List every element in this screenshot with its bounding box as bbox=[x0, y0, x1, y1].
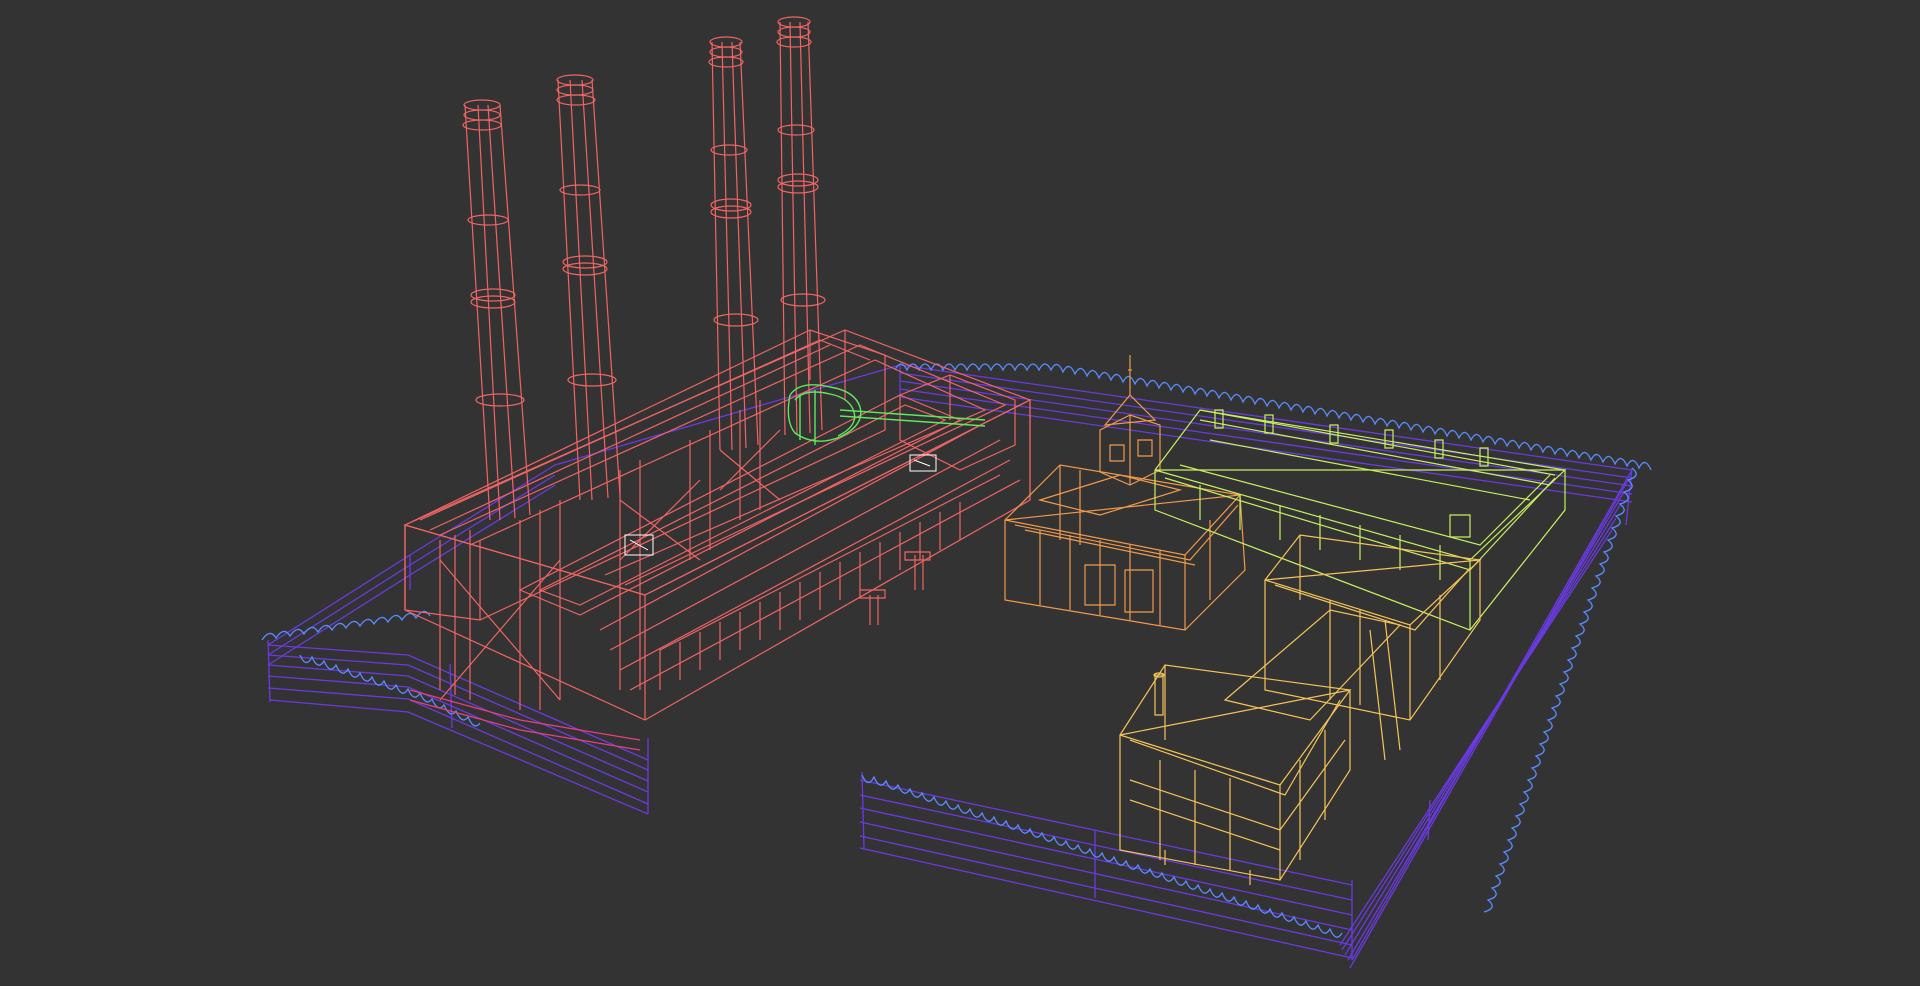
fence-section-right bbox=[1340, 468, 1632, 968]
fence-section-front-right bbox=[860, 772, 1352, 958]
hall-base-outline bbox=[405, 400, 1030, 720]
smokestack-3 bbox=[709, 37, 758, 450]
clock-tower bbox=[1100, 355, 1160, 485]
perimeter-fence bbox=[268, 365, 1632, 968]
smokestacks bbox=[463, 17, 825, 520]
smokestack-2 bbox=[557, 75, 620, 500]
white-markers bbox=[625, 455, 936, 555]
fence-section-back bbox=[555, 365, 1632, 502]
3d-viewport[interactable] bbox=[0, 0, 1920, 986]
wireframe-scene[interactable] bbox=[0, 0, 1920, 986]
wire-coil-front-right bbox=[862, 775, 1342, 937]
fence-section-left bbox=[268, 465, 555, 665]
smokestack-1 bbox=[463, 100, 530, 520]
clock-tower-building[interactable] bbox=[1005, 355, 1245, 630]
fence-section-front-left bbox=[268, 640, 648, 814]
boiler-house bbox=[405, 330, 885, 620]
wire-coil-front-left bbox=[300, 655, 480, 726]
workshop-building[interactable] bbox=[1120, 535, 1480, 885]
power-station-building[interactable] bbox=[405, 330, 1030, 750]
